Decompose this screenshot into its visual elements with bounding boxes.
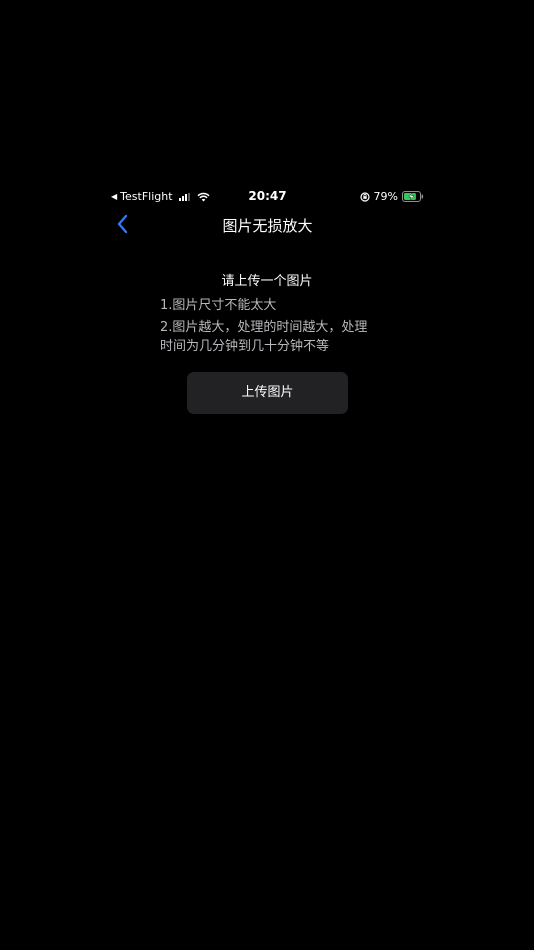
navigation-bar: 图片无损放大 [111,210,424,238]
note-size-limit: 1.图片尺寸不能太大 [160,298,277,313]
page-title: 图片无损放大 [222,217,313,235]
battery-charging-icon [402,191,424,202]
orientation-lock-icon [359,191,370,202]
note-processing-time: 2.图片越大，处理的时间越大，处理时间为几分钟到几十分钟不等 [160,320,368,354]
upload-image-button[interactable]: 上传图片 [187,372,348,414]
status-right: 79% [359,190,424,203]
upload-prompt: 请上传一个图片 [221,274,313,289]
battery-percent: 79% [373,190,398,203]
status-bar: ◀ TestFlight 20:47 79% [111,188,424,206]
